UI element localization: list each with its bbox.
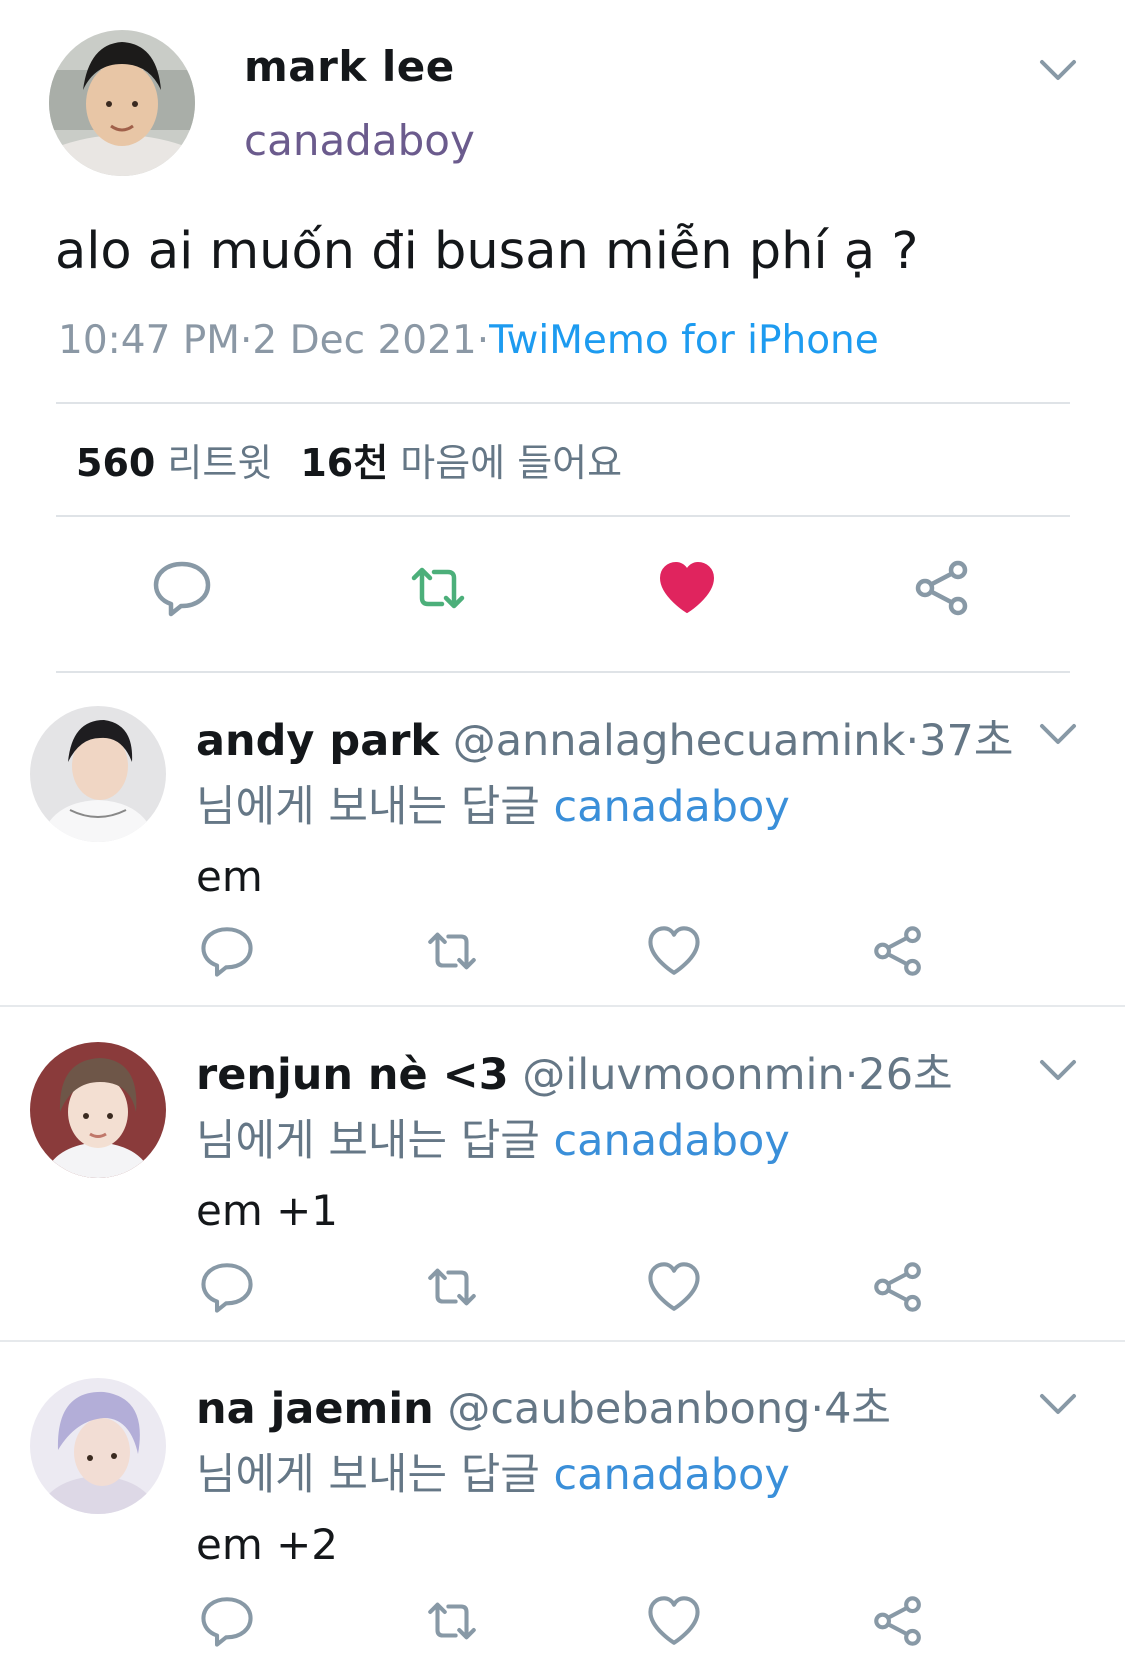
retweet-icon[interactable] xyxy=(406,556,470,620)
chevron-down-icon[interactable] xyxy=(1036,716,1080,752)
reply-icon[interactable] xyxy=(150,556,214,620)
like-stat[interactable]: 16천 마음에 들어요 xyxy=(300,441,622,485)
retweet-label: 리트윗 xyxy=(167,441,273,485)
reply-time: ·37초 xyxy=(905,716,1014,766)
reply-avatar[interactable] xyxy=(30,1042,166,1178)
main-author-avatar[interactable] xyxy=(49,30,195,176)
reply-time: ·26초 xyxy=(844,1050,953,1100)
divider xyxy=(0,1340,1125,1342)
reply-icon[interactable] xyxy=(198,1258,256,1316)
reply-icon[interactable] xyxy=(198,1592,256,1650)
reply-time: ·4초 xyxy=(810,1384,891,1434)
tweet-time: 10:47 PM xyxy=(58,318,240,363)
like-icon[interactable] xyxy=(645,1592,703,1650)
reply-context: 님에게 보내는 답글 canadaboy xyxy=(196,1106,790,1168)
reply-header: renjun nè <3 @iluvmoonmin·26초 xyxy=(196,1040,953,1102)
reply-author-name[interactable]: na jaemin xyxy=(196,1384,434,1434)
tweet-meta: 10:47 PM·2 Dec 2021·TwiMemo for iPhone xyxy=(58,318,879,363)
chevron-down-icon[interactable] xyxy=(1036,1052,1080,1088)
divider xyxy=(0,1005,1125,1007)
like-count: 16천 xyxy=(300,441,389,485)
like-icon[interactable] xyxy=(645,1258,703,1316)
reply-author-name[interactable]: andy park xyxy=(196,716,439,766)
reply-prefix: 님에게 보내는 답글 xyxy=(196,1450,540,1500)
meta-separator: · xyxy=(476,318,490,363)
main-author-handle[interactable]: canadaboy xyxy=(244,116,475,165)
retweet-count: 560 xyxy=(76,441,156,485)
main-author-name[interactable]: mark lee xyxy=(244,42,455,91)
retweet-icon[interactable] xyxy=(423,922,481,980)
reply-to-link[interactable]: canadaboy xyxy=(554,1116,790,1166)
reply-header: andy park @annalaghecuamink·37초 xyxy=(196,706,1013,768)
chevron-down-icon[interactable] xyxy=(1036,1386,1080,1422)
reply-prefix: 님에게 보내는 답글 xyxy=(196,1116,540,1166)
tweet-source-link[interactable]: TwiMemo for iPhone xyxy=(489,318,879,363)
reply-context: 님에게 보내는 답글 canadaboy xyxy=(196,772,790,834)
reply-to-link[interactable]: canadaboy xyxy=(554,782,790,832)
reply-icon[interactable] xyxy=(198,922,256,980)
reply-author-handle[interactable]: @caubebanbong xyxy=(447,1384,810,1434)
reply-avatar[interactable] xyxy=(30,1378,166,1514)
meta-separator: · xyxy=(239,318,253,363)
reply-prefix: 님에게 보내는 답글 xyxy=(196,782,540,832)
retweet-icon[interactable] xyxy=(423,1592,481,1650)
like-label: 마음에 들어요 xyxy=(400,441,623,485)
reply-to-link[interactable]: canadaboy xyxy=(554,1450,790,1500)
tweet-text: alo ai muốn đi busan miễn phí ạ ? xyxy=(55,222,919,281)
like-icon[interactable] xyxy=(655,556,719,620)
like-icon[interactable] xyxy=(645,922,703,980)
share-icon[interactable] xyxy=(869,922,927,980)
reply-avatar[interactable] xyxy=(30,706,166,842)
reply-text: em +2 xyxy=(196,1520,339,1569)
reply-author-handle[interactable]: @annalaghecuamink xyxy=(453,716,906,766)
divider xyxy=(56,515,1070,517)
reply-author-name[interactable]: renjun nè <3 xyxy=(196,1050,509,1100)
retweet-stat[interactable]: 560 리트윗 xyxy=(76,441,272,485)
tweet-stats: 560 리트윗 16천 마음에 들어요 xyxy=(76,432,622,487)
reply-author-handle[interactable]: @iluvmoonmin xyxy=(522,1050,844,1100)
share-icon[interactable] xyxy=(910,556,974,620)
reply-text: em +1 xyxy=(196,1186,339,1235)
reply-context: 님에게 보내는 답글 canadaboy xyxy=(196,1440,790,1502)
reply-header: na jaemin @caubebanbong·4초 xyxy=(196,1374,891,1436)
chevron-down-icon[interactable] xyxy=(1036,52,1080,88)
share-icon[interactable] xyxy=(869,1258,927,1316)
tweet-date: 2 Dec 2021 xyxy=(252,318,477,363)
divider xyxy=(56,402,1070,404)
divider xyxy=(56,671,1070,673)
share-icon[interactable] xyxy=(869,1592,927,1650)
reply-text: em xyxy=(196,852,263,901)
retweet-icon[interactable] xyxy=(423,1258,481,1316)
